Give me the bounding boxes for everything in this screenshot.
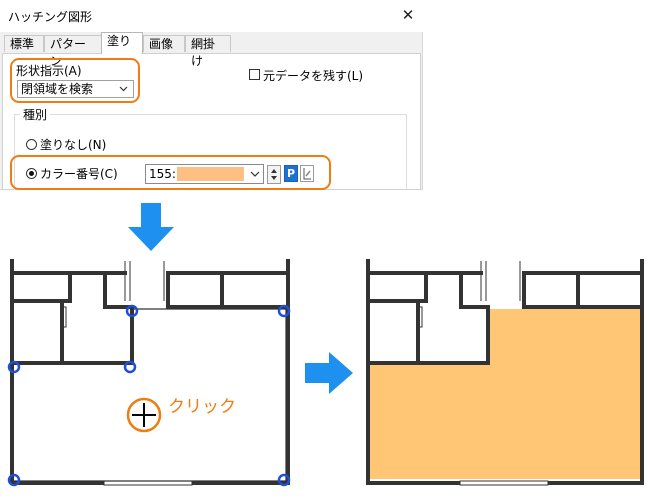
filled-region xyxy=(370,309,640,479)
color-number-value: 155: xyxy=(149,167,176,181)
spin-arrows-icon[interactable] xyxy=(267,165,281,184)
tab-screentone[interactable]: 網掛け xyxy=(185,35,231,68)
click-label: クリック xyxy=(168,397,236,417)
tab-standard[interactable]: 標準 xyxy=(4,35,44,52)
floor-plan-after xyxy=(366,259,644,486)
crosshair-icon xyxy=(126,397,162,433)
tab-fill[interactable]: 塗り xyxy=(101,32,143,54)
color-swatch xyxy=(177,167,244,181)
chevron-down-icon xyxy=(119,81,128,103)
type-group-label: 種別 xyxy=(20,106,51,123)
floor-plan-before xyxy=(7,259,291,487)
p-button[interactable]: P xyxy=(284,165,298,182)
radio-color-number[interactable] xyxy=(26,168,37,179)
close-icon[interactable]: ✕ xyxy=(398,5,418,25)
shape-label: 形状指示(A) xyxy=(16,64,82,78)
tab-image[interactable]: 画像 xyxy=(143,35,185,52)
keep-original-label: 元データを残す(L) xyxy=(263,69,364,83)
down-arrow-icon xyxy=(128,203,174,251)
radio-no-fill-label: 塗りなし(N) xyxy=(40,138,107,152)
radio-no-fill[interactable] xyxy=(26,139,37,150)
chevron-down-icon xyxy=(250,165,260,187)
tab-pattern[interactable]: パターン xyxy=(44,35,102,68)
eyedropper-icon[interactable] xyxy=(300,165,314,182)
shape-select[interactable]: 閉領域を検索 xyxy=(17,80,134,98)
keep-original-checkbox[interactable] xyxy=(249,69,260,80)
right-arrow-icon xyxy=(305,352,353,394)
shape-value: 閉領域を検索 xyxy=(21,82,94,96)
dialog-title: ハッチング図形 xyxy=(8,10,93,24)
radio-color-label: カラー番号(C) xyxy=(40,167,118,181)
